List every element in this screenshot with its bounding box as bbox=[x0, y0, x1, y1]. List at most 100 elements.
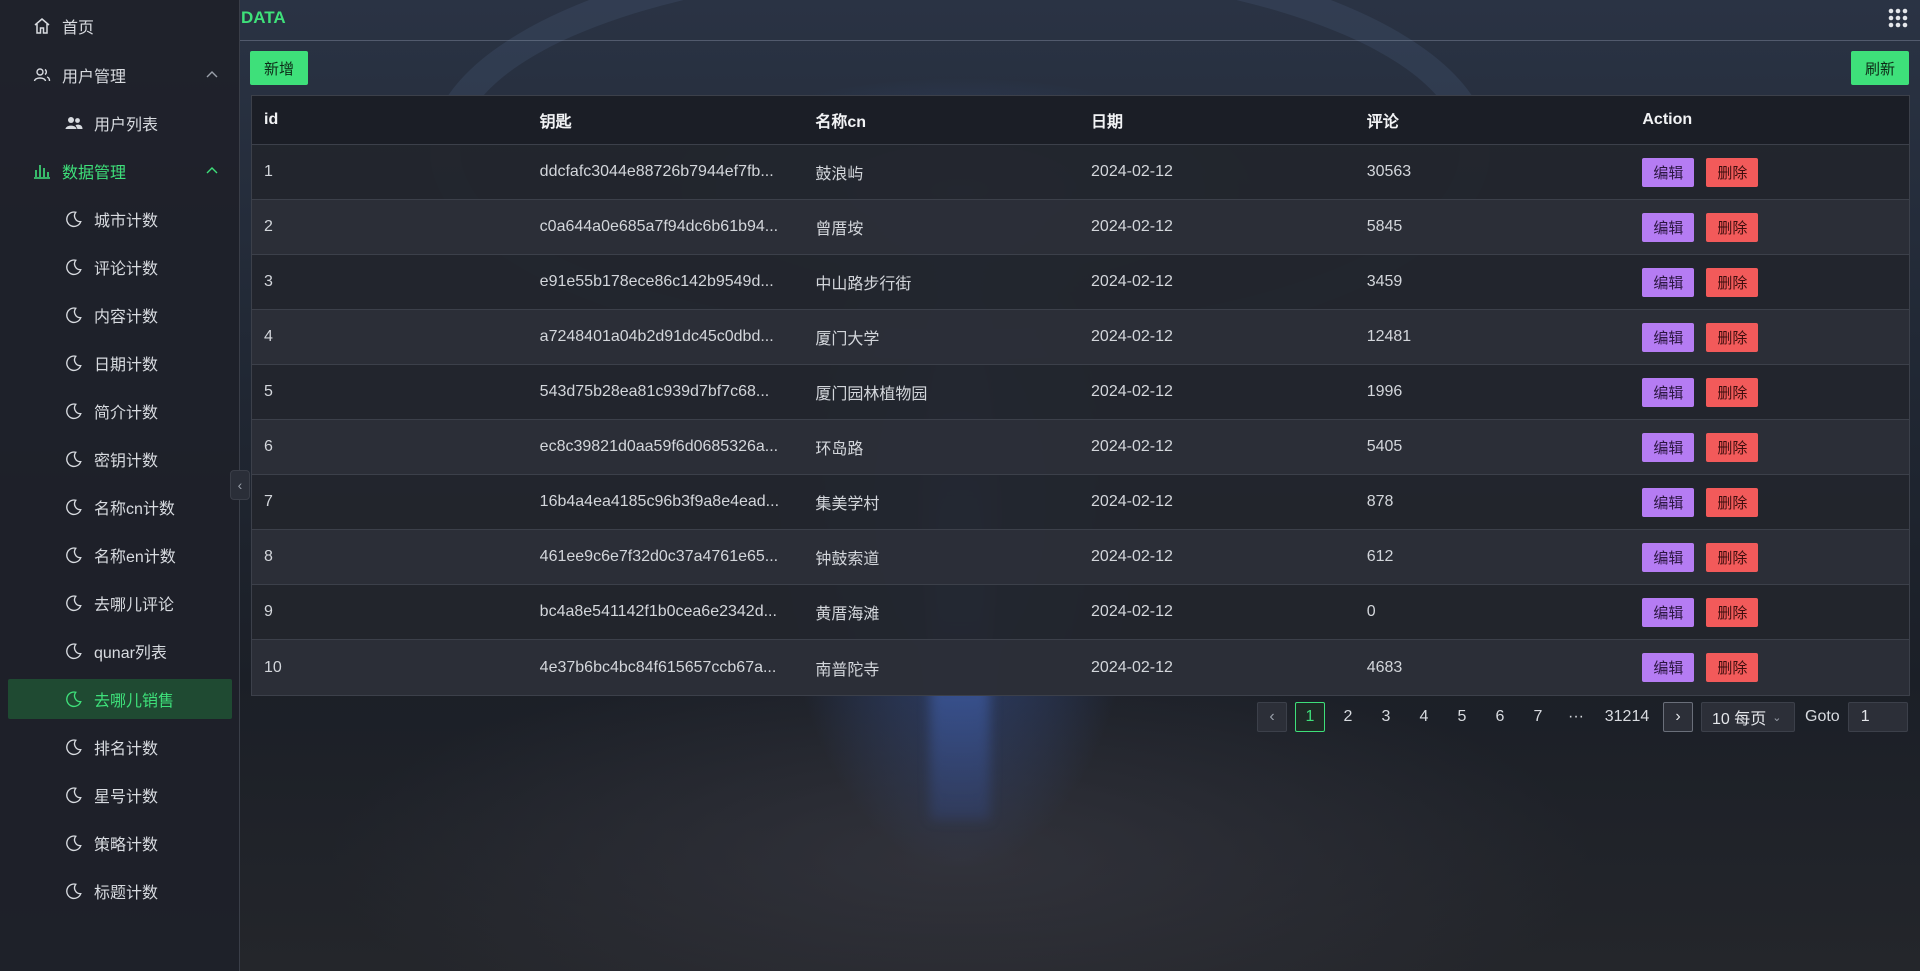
moon-icon bbox=[64, 401, 84, 421]
sidebar-item-intro-count[interactable]: 简介计数 bbox=[8, 391, 232, 431]
sidebar-item-label: 简介计数 bbox=[94, 405, 159, 422]
cell-actions: 编辑 删除 bbox=[1630, 267, 1909, 297]
sidebar-item-label: 去哪儿销售 bbox=[94, 693, 175, 710]
sidebar-item-user-management[interactable]: 用户管理 bbox=[8, 55, 232, 95]
delete-button[interactable]: 删除 bbox=[1706, 157, 1759, 187]
cell-name-cn: 中山路步行街 bbox=[815, 276, 912, 293]
sidebar-item-label: 日期计数 bbox=[94, 357, 159, 374]
cell-actions: 编辑 删除 bbox=[1630, 597, 1909, 627]
cell-name-cn: 厦门园林植物园 bbox=[815, 386, 928, 403]
edit-button[interactable]: 编辑 bbox=[1642, 597, 1695, 627]
sidebar-item-comment-count[interactable]: 评论计数 bbox=[8, 247, 232, 287]
delete-button[interactable]: 删除 bbox=[1706, 487, 1759, 517]
table-row: 6 ec8c39821d0aa59f6d0685326a... 环岛路 2024-02… bbox=[252, 420, 1909, 475]
edit-button[interactable]: 编辑 bbox=[1642, 542, 1695, 572]
cell-comments: 3459 bbox=[1366, 273, 1403, 290]
cell-actions: 编辑 删除 bbox=[1630, 542, 1909, 572]
sidebar-item-rank-count[interactable]: 排名计数 bbox=[8, 727, 232, 767]
apps-grid-icon[interactable] bbox=[1886, 6, 1910, 30]
cell-comments: 30563 bbox=[1366, 163, 1412, 180]
add-button[interactable]: 新增 bbox=[250, 51, 308, 85]
sidebar-item-user-list[interactable]: 用户列表 bbox=[8, 103, 232, 143]
delete-button[interactable]: 删除 bbox=[1706, 377, 1759, 407]
edit-button[interactable]: 编辑 bbox=[1642, 267, 1695, 297]
cell-key: c0a644a0e685a7f94dc6b61b94... bbox=[539, 218, 779, 235]
sidebar-item-date-count[interactable]: 日期计数 bbox=[8, 343, 232, 383]
delete-button[interactable]: 删除 bbox=[1706, 322, 1759, 352]
moon-icon bbox=[64, 497, 84, 517]
column-header-key[interactable]: 钥匙 bbox=[528, 108, 804, 132]
cell-id: 9 bbox=[264, 603, 273, 620]
column-header-date[interactable]: 日期 bbox=[1079, 108, 1355, 132]
table-row: 7 16b4a4ea4185c96b3f9a8e4ead... 集美学村 2024-0… bbox=[252, 475, 1909, 530]
edit-button[interactable]: 编辑 bbox=[1642, 322, 1695, 352]
cell-name-cn: 鼓浪屿 bbox=[815, 166, 864, 183]
goto-page-input[interactable] bbox=[1847, 702, 1908, 732]
sidebar-item-name-en-count[interactable]: 名称en计数 bbox=[8, 535, 232, 575]
page-size-value: 10 每页 bbox=[1712, 711, 1767, 728]
chevron-up-icon bbox=[204, 67, 220, 83]
column-header-id[interactable]: id bbox=[252, 111, 528, 129]
users-icon bbox=[32, 65, 52, 85]
page-button[interactable]: 4 bbox=[1409, 702, 1439, 732]
sidebar-item-key-count[interactable]: 密钥计数 bbox=[8, 439, 232, 479]
goto-label: Goto bbox=[1805, 708, 1840, 725]
page-button[interactable]: 5 bbox=[1447, 702, 1477, 732]
page-button[interactable]: 7 bbox=[1523, 702, 1553, 732]
delete-button[interactable]: 删除 bbox=[1706, 212, 1759, 242]
delete-button[interactable]: 删除 bbox=[1706, 653, 1759, 682]
sidebar-item-qunar-list[interactable]: qunar列表 bbox=[8, 631, 232, 671]
pagination-ellipsis[interactable]: ··· bbox=[1561, 702, 1591, 732]
delete-button[interactable]: 删除 bbox=[1706, 542, 1759, 572]
cell-id: 5 bbox=[264, 383, 273, 400]
column-header-name-cn[interactable]: 名称cn bbox=[803, 108, 1079, 132]
sidebar-item-home[interactable]: 首页 bbox=[8, 6, 232, 46]
sidebar-item-city-count[interactable]: 城市计数 bbox=[8, 199, 232, 239]
edit-button[interactable]: 编辑 bbox=[1642, 377, 1695, 407]
edit-button[interactable]: 编辑 bbox=[1642, 212, 1695, 242]
sidebar-collapse-button[interactable]: ‹ bbox=[230, 470, 250, 500]
sidebar-item-label: 用户列表 bbox=[94, 117, 159, 134]
delete-button[interactable]: 删除 bbox=[1706, 432, 1759, 462]
sidebar-item-qunar-sales[interactable]: 去哪儿销售 bbox=[8, 679, 232, 719]
delete-button[interactable]: 删除 bbox=[1706, 267, 1759, 297]
sidebar-item-strategy-count[interactable]: 策略计数 bbox=[8, 823, 232, 863]
column-header-comments[interactable]: 评论 bbox=[1355, 108, 1631, 132]
refresh-button[interactable]: 刷新 bbox=[1851, 51, 1909, 85]
table-row: 2 c0a644a0e685a7f94dc6b61b94... 曾厝垵 2024-02… bbox=[252, 200, 1909, 255]
page-size-select[interactable]: 10 每页 ⌄ bbox=[1701, 702, 1795, 732]
cell-key: e91e55b178ece86c142b9549d... bbox=[539, 273, 774, 290]
header-divider bbox=[240, 40, 1920, 41]
page-button[interactable]: 1 bbox=[1295, 702, 1325, 732]
cell-date: 2024-02-12 bbox=[1091, 603, 1173, 620]
cell-key: 16b4a4ea4185c96b3f9a8e4ead... bbox=[539, 493, 780, 510]
cell-id: 4 bbox=[264, 328, 273, 345]
bar-chart-icon bbox=[32, 161, 52, 181]
edit-button[interactable]: 编辑 bbox=[1642, 157, 1695, 187]
sidebar-item-qunar-comments[interactable]: 去哪儿评论 bbox=[8, 583, 232, 623]
cell-name-cn: 南普陀寺 bbox=[815, 661, 880, 679]
cell-id: 2 bbox=[264, 218, 273, 235]
table-row: 1 ddcfafc3044e88726b7944ef7fb... 鼓浪屿 2024-0… bbox=[252, 145, 1909, 200]
edit-button[interactable]: 编辑 bbox=[1642, 487, 1695, 517]
edit-button[interactable]: 编辑 bbox=[1642, 432, 1695, 462]
sidebar-item-content-count[interactable]: 内容计数 bbox=[8, 295, 232, 335]
sidebar-item-label: 评论计数 bbox=[94, 261, 159, 278]
next-page-button[interactable]: › bbox=[1663, 702, 1693, 732]
sidebar-item-name-cn-count[interactable]: 名称cn计数 bbox=[8, 487, 232, 527]
prev-page-button[interactable]: ‹ bbox=[1257, 702, 1287, 732]
sidebar-item-data-management[interactable]: 数据管理 bbox=[8, 151, 232, 191]
sidebar-item-title-count[interactable]: 标题计数 bbox=[8, 871, 232, 911]
delete-button[interactable]: 删除 bbox=[1706, 597, 1759, 627]
last-page-button[interactable]: 31214 bbox=[1599, 702, 1655, 732]
sidebar-item-star-count[interactable]: 星号计数 bbox=[8, 775, 232, 815]
page-button[interactable]: 3 bbox=[1371, 702, 1401, 732]
sidebar-item-label: 数据管理 bbox=[62, 165, 127, 182]
cell-date: 2024-02-12 bbox=[1091, 218, 1173, 235]
moon-icon bbox=[64, 545, 84, 565]
edit-button[interactable]: 编辑 bbox=[1642, 653, 1695, 682]
home-icon bbox=[32, 16, 52, 36]
cell-key: a7248401a04b2d91dc45c0dbd... bbox=[539, 328, 774, 345]
page-button[interactable]: 6 bbox=[1485, 702, 1515, 732]
page-button[interactable]: 2 bbox=[1333, 702, 1363, 732]
